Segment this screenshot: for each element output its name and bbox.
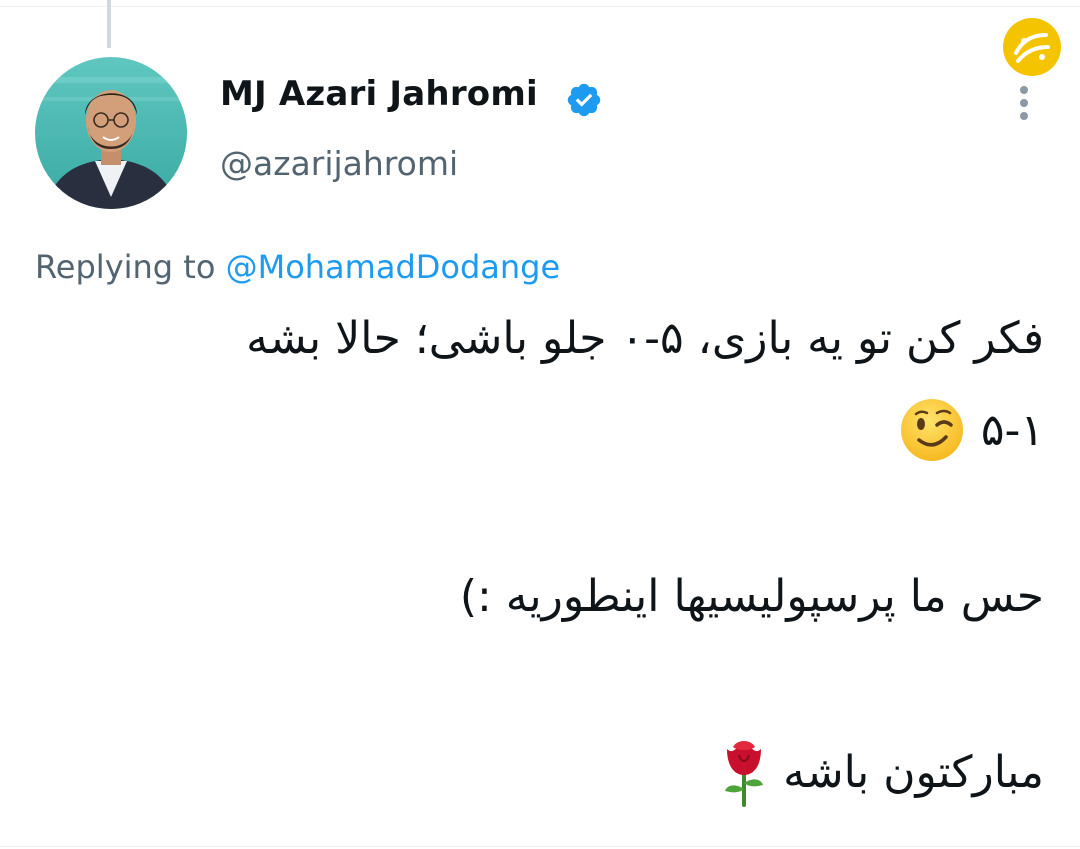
top-divider (0, 6, 1080, 7)
verified-badge-icon (567, 83, 601, 117)
author-display-name[interactable]: MJ Azari Jahromi (220, 74, 538, 114)
rose-icon (725, 741, 764, 807)
congrats-text: مبارکتون باشه (783, 746, 1044, 798)
profile-photo-icon (35, 57, 187, 209)
winking-face-icon (900, 399, 963, 461)
more-vertical-icon[interactable] (1012, 84, 1036, 124)
avatar[interactable] (35, 57, 187, 209)
tweet-text-line-4: مبارکتون باشه (719, 737, 1044, 807)
reply-prefix: Replying to (35, 248, 216, 286)
tweet-text-line-2: ۵-۱ (899, 397, 1044, 463)
author-handle[interactable]: @azarijahromi (220, 144, 458, 183)
bottom-divider (0, 846, 1080, 847)
reply-context: Replying to @MohamadDodange (35, 248, 560, 286)
site-logo-icon (1003, 18, 1061, 76)
reply-mention-link[interactable]: @MohamadDodange (226, 248, 561, 286)
score-text: ۵-۱ (980, 404, 1044, 456)
thread-connector-line (107, 0, 111, 48)
tweet-text-line-1: فکر کن تو یه بازی، ۵-۰ جلو باشی؛ حالا بش… (246, 313, 1044, 364)
tweet-text-line-3: حس ما پرسپولیسیها اینطوریه :) (459, 571, 1044, 622)
tweet-screenshot: MJ Azari Jahromi @azarijahromi Replying … (0, 0, 1080, 849)
